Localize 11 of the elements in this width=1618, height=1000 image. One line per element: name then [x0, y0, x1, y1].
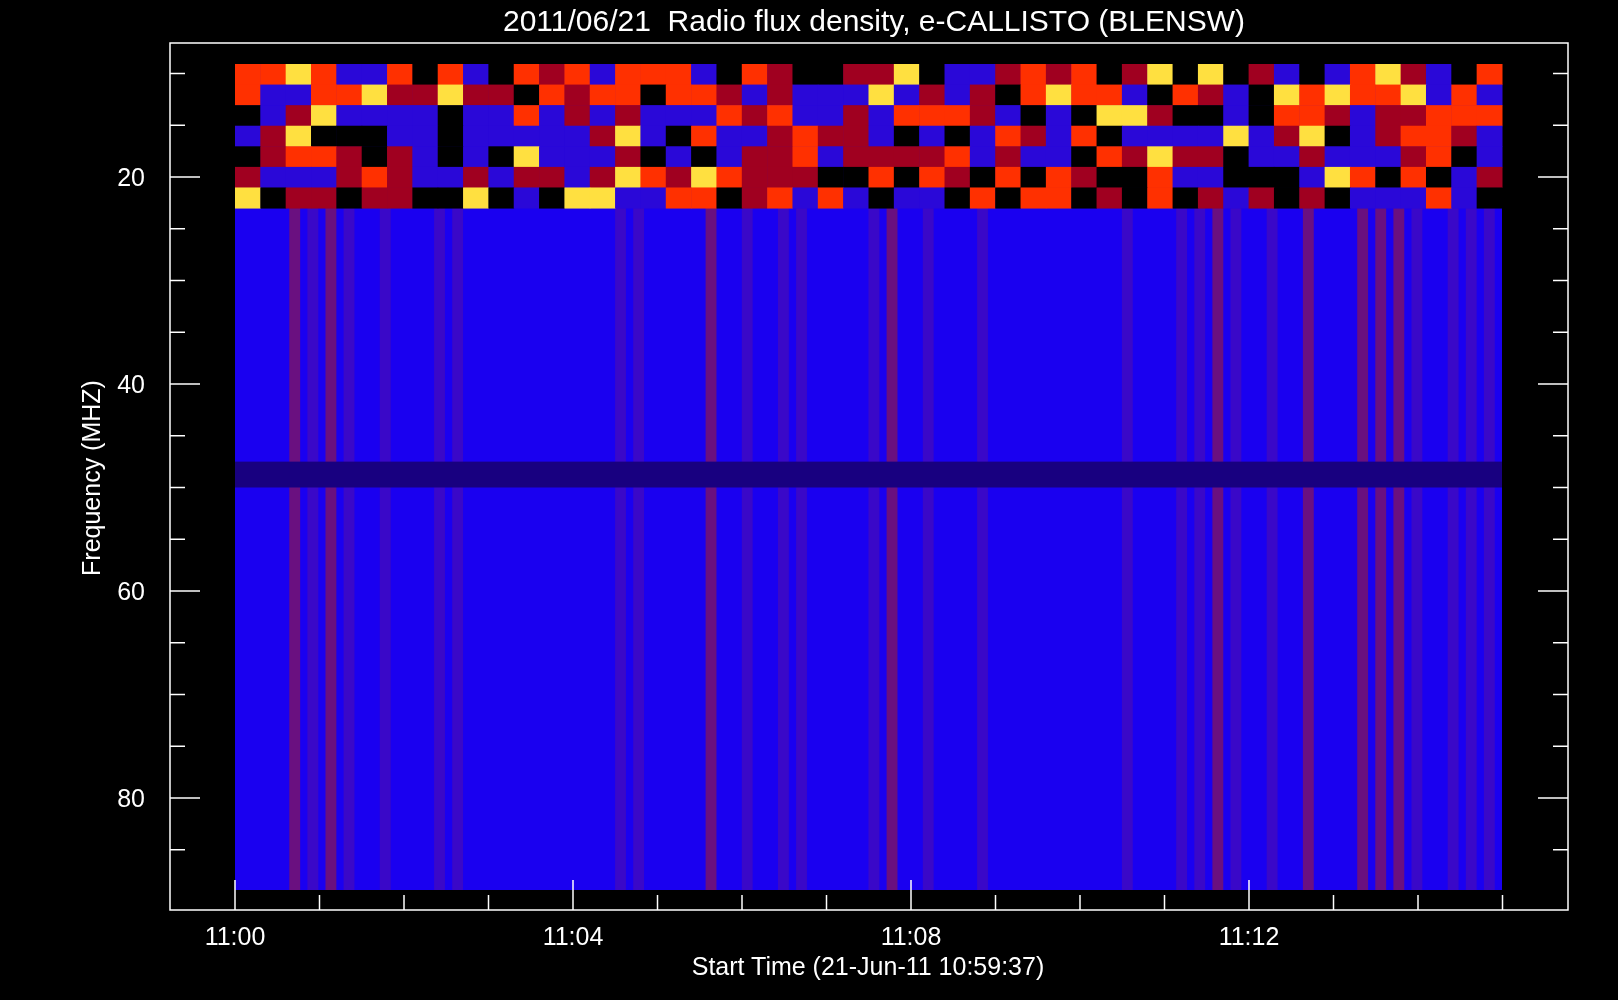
x-axis-label: Start Time (21-Jun-11 10:59:37) — [691, 952, 1045, 980]
plot-title: 2011/06/21 Radio flux density, e-CALLISTO (BLENSW) — [503, 4, 1245, 37]
x-tick-label: 11:00 — [204, 922, 266, 950]
x-tick-label: 11:12 — [1218, 922, 1280, 950]
x-tick-label: 11:08 — [880, 922, 942, 950]
y-tick-label: 60 — [117, 577, 145, 605]
y-tick-label: 20 — [117, 163, 145, 191]
y-tick-label: 80 — [117, 784, 145, 812]
y-axis-label: Frequency (MHZ) — [77, 380, 105, 576]
y-tick-label: 40 — [117, 370, 145, 398]
x-tick-label: 11:04 — [542, 922, 604, 950]
